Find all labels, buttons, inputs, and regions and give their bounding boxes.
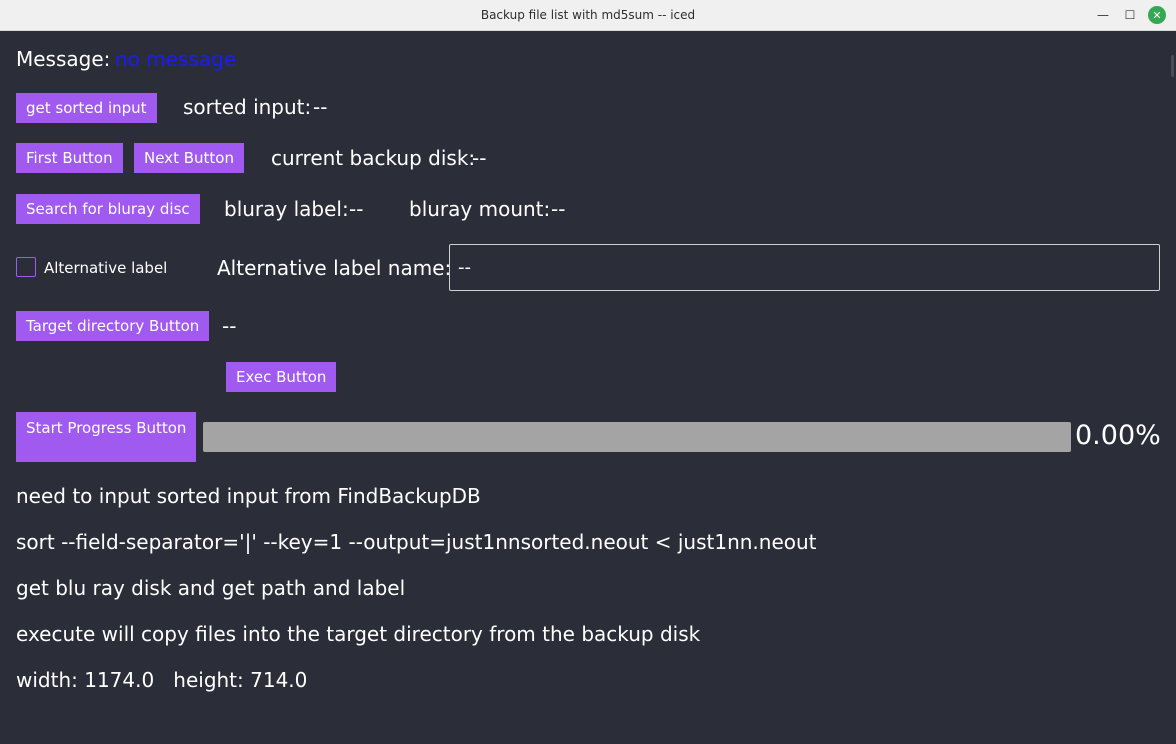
alternative-label-name-label: Alternative label name: (217, 256, 452, 280)
message-value: no message (115, 47, 237, 71)
get-sorted-input-button[interactable]: get sorted input (16, 93, 157, 123)
dimensions-text: width: 1174.0 height: 714.0 (16, 668, 308, 692)
target-directory-button[interactable]: Target directory Button (16, 311, 210, 341)
bluray-label-value: -- (349, 197, 364, 221)
note-line: need to input sorted input from FindBack… (16, 484, 481, 508)
first-button[interactable]: First Button (16, 143, 123, 173)
search-bluray-button[interactable]: Search for bluray disc (16, 194, 200, 224)
sorted-input-value: -- (313, 95, 328, 119)
current-backup-disk-label: current backup disk: (271, 146, 476, 170)
current-backup-disk-value: -- (472, 146, 487, 170)
alternative-label-name-input[interactable] (449, 244, 1160, 291)
main-content: Message: no message get sorted input sor… (0, 31, 1176, 744)
bluray-mount-label: bluray mount: (409, 197, 551, 221)
window-title: Backup file list with md5sum -- iced (480, 8, 696, 22)
alternative-label-checkbox-label[interactable]: Alternative label (44, 259, 167, 277)
progress-bar (203, 422, 1071, 452)
start-progress-button[interactable]: Start Progress Button (16, 412, 197, 462)
target-directory-value: -- (222, 314, 237, 338)
note-line: execute will copy files into the target … (16, 622, 701, 646)
exec-button[interactable]: Exec Button (226, 362, 337, 392)
note-line: get blu ray disk and get path and label (16, 576, 406, 600)
bluray-label-label: bluray label: (224, 197, 349, 221)
sorted-input-label: sorted input: (183, 95, 312, 119)
maximize-button[interactable]: ☐ (1121, 6, 1139, 24)
bluray-mount-value: -- (551, 197, 566, 221)
message-label: Message: (16, 47, 111, 71)
note-line: sort --field-separator='|' --key=1 --out… (16, 530, 817, 554)
scrollbar-thumb[interactable] (1171, 55, 1174, 77)
close-button[interactable]: ✕ (1148, 6, 1166, 24)
title-bar: Backup file list with md5sum -- iced — ☐… (0, 0, 1176, 31)
next-button[interactable]: Next Button (134, 143, 244, 173)
progress-percent: 0.00% (1075, 420, 1161, 451)
app-window: Backup file list with md5sum -- iced — ☐… (0, 0, 1176, 744)
alternative-label-checkbox[interactable] (16, 257, 36, 277)
minimize-button[interactable]: — (1094, 6, 1112, 24)
